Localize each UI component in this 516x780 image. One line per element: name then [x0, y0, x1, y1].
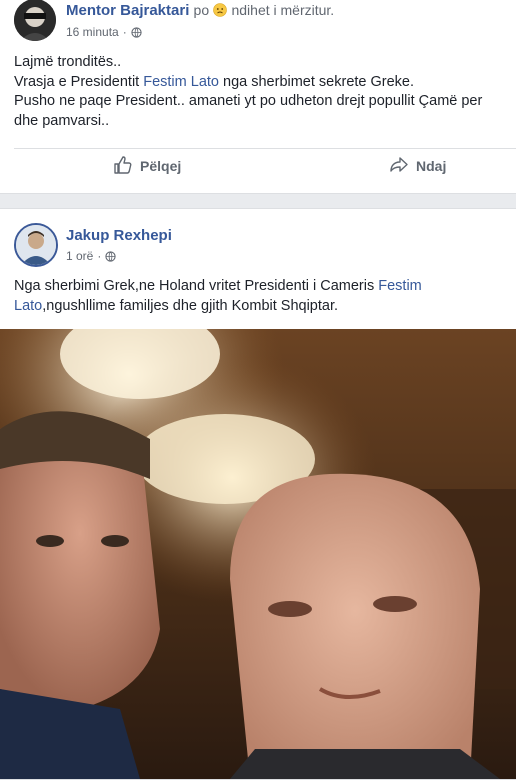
like-label: Pëlqej [140, 158, 182, 174]
post-text: Nga sherbimi Grek,ne Holand vritet Presi… [14, 277, 504, 316]
post-text-after: ,ngushllime familjes dhe gjith Kombit Sh… [42, 297, 339, 314]
globe-icon[interactable] [131, 26, 142, 38]
share-label: Ndaj [416, 158, 447, 174]
post-meta: 16 minuta · [66, 25, 142, 39]
share-button[interactable]: Ndaj [389, 153, 446, 179]
post-text: Lajmë tronditës.. Vrasja e Presidentit F… [14, 53, 504, 131]
author-name[interactable]: Jakup Rexhepi [66, 227, 172, 244]
post-line: dhe pamvarsi.. [14, 112, 110, 129]
post-line: Vrasja e Presidentit [14, 73, 140, 90]
sad-face-emoji-icon [213, 2, 231, 19]
like-button[interactable]: Pëlqej [113, 153, 181, 179]
post-line: Pusho ne paqe President.. amaneti yt po … [14, 93, 483, 109]
author-avatar[interactable] [14, 223, 58, 267]
author-name[interactable]: Mentor Bajraktari [66, 2, 189, 19]
mention-link[interactable]: Lato [14, 298, 42, 314]
post-card-1: Mentor Bajraktari po ndihet i mërzitur. … [0, 0, 516, 194]
feeling-prefix: po [193, 2, 210, 18]
post-meta: 1 orë · [66, 249, 116, 263]
globe-icon[interactable] [105, 250, 116, 262]
post-time[interactable]: 16 minuta [66, 25, 119, 39]
post-card-2: Jakup Rexhepi 1 orë · Nga sherbimi Grek,… [0, 208, 516, 780]
post-photo[interactable] [0, 329, 516, 779]
post-time[interactable]: 1 orë [66, 249, 93, 263]
share-arrow-icon [389, 155, 409, 178]
mention-link[interactable]: Festim Lato [143, 74, 219, 90]
divider [14, 148, 516, 149]
mention-link[interactable]: Festim [378, 278, 422, 294]
post-line: nga sherbimet sekrete Greke. [223, 73, 415, 90]
feeling-text: ndihet i mërzitur. [231, 2, 335, 18]
post-text-before: Nga sherbimi Grek,ne Holand vritet Presi… [14, 278, 375, 294]
post-line: Lajmë tronditës.. [14, 54, 122, 70]
thumbs-up-icon [113, 155, 133, 178]
author-avatar[interactable] [14, 0, 56, 41]
